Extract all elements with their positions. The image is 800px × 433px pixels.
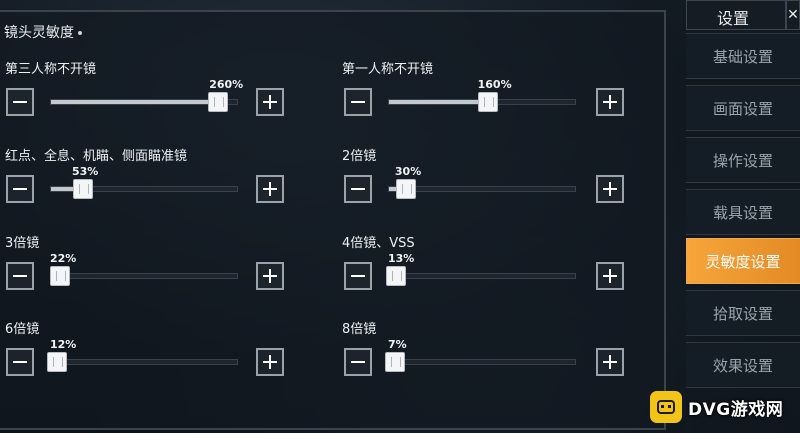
decrease-button[interactable] [344,262,372,290]
slider-label: 6倍镜 [5,322,40,337]
slider-value: 22% [50,252,77,265]
slider-thumb[interactable] [208,92,229,112]
increase-button[interactable] [596,262,624,290]
slider-thumb[interactable] [477,92,498,112]
slider-track[interactable] [388,179,576,199]
increase-button[interactable] [596,88,624,116]
slider-track[interactable] [50,92,238,112]
slider-value: 13% [388,252,415,265]
sidebar-item[interactable]: 操作设置 [686,137,800,183]
sidebar-item[interactable]: 基础设置 [686,33,800,79]
watermark-text: DVG游戏网 [688,400,784,420]
section-title-label: 镜头灵敏度 [4,25,74,41]
section-title: 镜头灵敏度 [4,22,82,42]
slider-fill [389,100,488,104]
gamepad-logo-icon [650,391,682,423]
slider-track[interactable] [384,352,576,372]
slider-track[interactable] [50,179,238,199]
slider-track[interactable] [388,92,576,112]
decrease-button[interactable] [6,262,34,290]
sidebar-header-label: 设置 [717,9,750,28]
site-watermark: DVG游戏网 [650,385,800,433]
increase-button[interactable] [596,348,624,376]
slider-value: 160% [477,78,512,91]
sidebar-item[interactable]: 拾取设置 [686,290,800,336]
decrease-button[interactable] [6,175,34,203]
slider-thumb[interactable] [72,179,93,199]
section-title-dot [78,31,82,35]
slider-track[interactable] [46,352,238,372]
increase-button[interactable] [256,262,284,290]
slider-thumb[interactable] [50,266,71,286]
decrease-button[interactable] [344,88,372,116]
slider-value: 30% [394,165,422,178]
increase-button[interactable] [256,88,284,116]
slider-value: 12% [50,338,77,351]
slider-label: 第三人称不开镜 [5,62,97,77]
slider-label: 8倍镜 [342,322,377,337]
slider-value: 53% [71,165,99,178]
settings-sidebar: 设置 ✕ 基础设置画面设置操作设置载具设置 灵敏度设置拾取设置效果设置 [686,0,800,433]
slider-thumb[interactable] [386,266,407,286]
increase-button[interactable] [256,348,284,376]
slider-label: 2倍镜 [342,149,377,164]
decrease-button[interactable] [344,348,372,376]
decrease-button[interactable] [344,175,372,203]
slider-value: 260% [209,78,244,91]
sidebar-item[interactable]: 载具设置 [686,189,800,235]
slider-label: 红点、全息、机瞄、侧面瞄准镜 [5,149,188,164]
slider-thumb[interactable] [384,352,405,372]
slider-track[interactable] [386,266,576,286]
slider-track[interactable] [50,266,238,286]
sidebar-item[interactable]: 效果设置 [686,342,800,388]
decrease-button[interactable] [6,348,34,376]
increase-button[interactable] [256,175,284,203]
slider-thumb[interactable] [395,179,416,199]
increase-button[interactable] [596,175,624,203]
decrease-button[interactable] [6,88,34,116]
slider-fill [51,100,219,104]
slider-label: 3倍镜 [5,236,40,251]
slider-value: 7% [388,338,407,351]
sensitivity-panel [0,10,666,430]
slider-thumb[interactable] [46,352,67,372]
slider-label: 4倍镜、VSS [342,236,415,251]
close-icon[interactable]: ✕ [786,0,800,30]
slider-label: 第一人称不开镜 [342,62,434,77]
sidebar-item[interactable]: 画面设置 [686,85,800,131]
sidebar-header: 设置 [686,0,786,30]
sidebar-item[interactable]: 灵敏度设置 [686,238,800,284]
